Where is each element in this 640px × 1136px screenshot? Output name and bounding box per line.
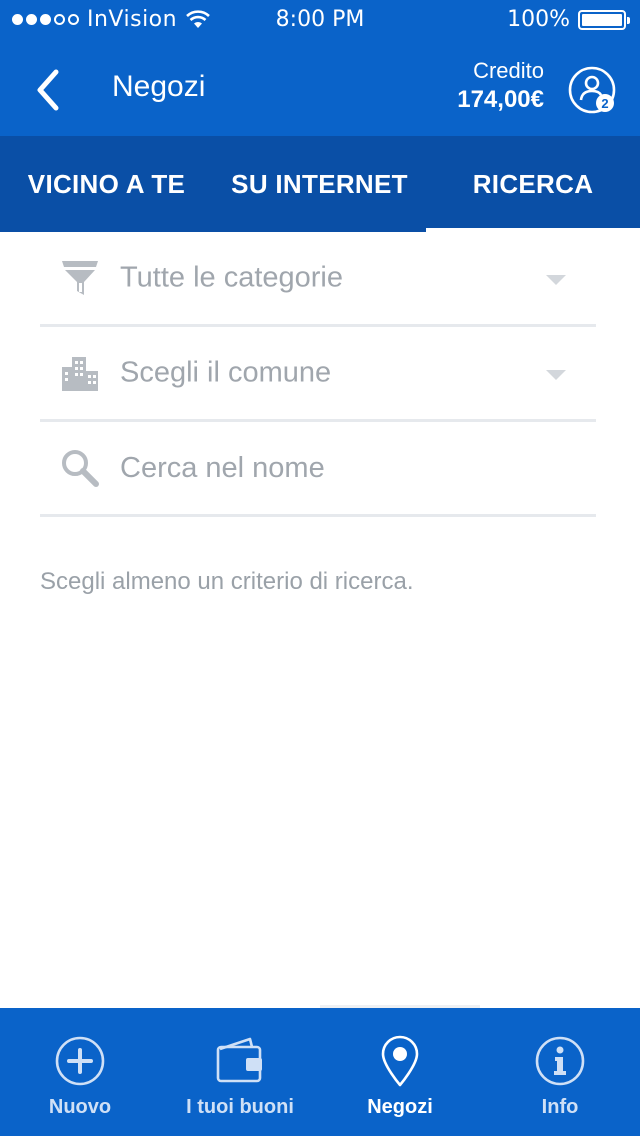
- wallet-icon: [216, 1037, 262, 1083]
- chevron-down-icon: [546, 370, 566, 380]
- plus-circle-icon: [55, 1036, 105, 1086]
- credit-info: Credito 174,00€: [457, 58, 544, 114]
- city-select[interactable]: Scegli il comune: [40, 327, 596, 422]
- nav-item-negozi[interactable]: Negozi: [320, 1008, 480, 1136]
- status-right: 100%: [507, 7, 630, 32]
- battery-percentage: 100%: [507, 7, 570, 32]
- page-title: Negozi: [112, 70, 206, 103]
- search-icon: [62, 450, 99, 487]
- city-value: Scegli il comune: [120, 356, 332, 389]
- nav-bar: Negozi Credito 174,00€ 2: [0, 40, 640, 136]
- search-form: Tutte le categorie Scegli il comune: [40, 232, 596, 517]
- info-icon: [535, 1036, 585, 1086]
- bottom-nav: Nuovo I tuoi buoni Negozi Info: [0, 1005, 640, 1136]
- tab-vicino-a-te[interactable]: VICINO A TE: [0, 136, 213, 232]
- name-search-field[interactable]: [40, 422, 596, 517]
- back-chevron-icon[interactable]: [28, 66, 68, 114]
- status-bar: InVision 8:00 PM 100%: [0, 0, 640, 40]
- app-header: InVision 8:00 PM 100% Negozi Credito 174…: [0, 0, 640, 136]
- account-badge: 2: [601, 96, 608, 111]
- nav-item-info[interactable]: Info: [480, 1008, 640, 1136]
- nav-item-nuovo[interactable]: Nuovo: [0, 1008, 160, 1136]
- category-value: Tutte le categorie: [120, 261, 343, 294]
- tab-ricerca[interactable]: RICERCA: [426, 136, 640, 232]
- battery-icon: [578, 9, 630, 30]
- filter-icon: [62, 261, 98, 295]
- tab-su-internet[interactable]: SU INTERNET: [213, 136, 426, 232]
- credit-label: Credito: [473, 58, 544, 83]
- building-icon: [62, 357, 98, 391]
- map-pin-icon: [381, 1035, 419, 1087]
- name-search-input[interactable]: [120, 442, 580, 494]
- nav-item-i-tuoi-buoni[interactable]: I tuoi buoni: [160, 1008, 320, 1136]
- category-select[interactable]: Tutte le categorie: [40, 232, 596, 327]
- chevron-down-icon: [546, 275, 566, 285]
- search-hint: Scegli almeno un criterio di ricerca.: [40, 568, 414, 595]
- nav-label: Info: [541, 1096, 579, 1118]
- nav-label: Negozi: [367, 1096, 433, 1118]
- credit-value: 174,00€: [457, 86, 544, 113]
- nav-label: I tuoi buoni: [186, 1096, 294, 1118]
- tab-bar: VICINO A TE SU INTERNET RICERCA: [0, 136, 640, 232]
- account-icon[interactable]: 2: [568, 66, 618, 116]
- nav-label: Nuovo: [48, 1096, 112, 1118]
